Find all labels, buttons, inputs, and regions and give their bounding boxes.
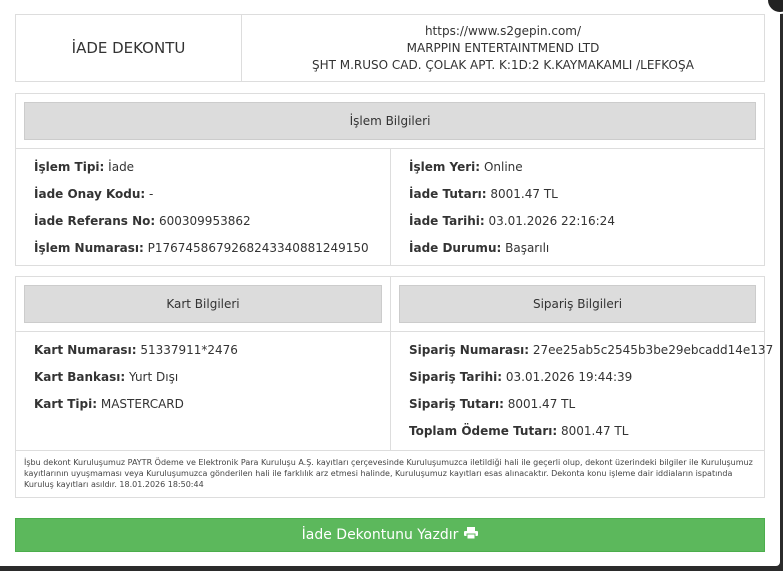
info-row: İade Tarihi: 03.01.2026 22:16:24	[409, 214, 615, 228]
transaction-left-column: İşlem Tipi: İade İade Onay Kodu: - İade …	[34, 154, 369, 265]
info-row: İade Tutarı: 8001.47 TL	[409, 187, 558, 201]
transaction-right-column: İşlem Yeri: Online İade Tutarı: 8001.47 …	[409, 154, 615, 265]
info-row: Sipariş Numarası: 27ee25ab5c2545b3be29eb…	[409, 343, 774, 357]
info-row: Kart Numarası: 51337911*2476	[34, 343, 238, 357]
printer-icon	[464, 527, 479, 543]
info-row: İşlem Numarası: P17674586792682433408812…	[34, 241, 369, 255]
info-row: İade Durumu: Başarılı	[409, 241, 550, 255]
info-row: Kart Bankası: Yurt Dışı	[34, 370, 179, 384]
info-row: İade Referans No: 600309953862	[34, 214, 251, 228]
receipt-header: İADE DEKONTU https://www.s2gepin.com/ MA…	[15, 14, 765, 82]
close-icon[interactable]	[766, 0, 783, 14]
receipt-modal: İADE DEKONTU https://www.s2gepin.com/ MA…	[0, 0, 783, 566]
info-row: İşlem Yeri: Online	[409, 160, 523, 174]
info-row: İşlem Tipi: İade	[34, 160, 135, 174]
info-row: Sipariş Tutarı: 8001.47 TL	[409, 397, 576, 411]
info-row: Toplam Ödeme Tutarı: 8001.47 TL	[409, 424, 629, 438]
card-info-title: Kart Bilgileri	[24, 285, 382, 323]
print-receipt-button[interactable]: İade Dekontunu Yazdır	[15, 518, 765, 552]
merchant-url: https://www.s2gepin.com/	[424, 23, 582, 38]
merchant-address: ŞHT M.RUSO CAD. ÇOLAK APT. K:1D:2 K.KAYM…	[311, 57, 695, 72]
disclaimer-text: İşbu dekont Kuruluşumuz PAYTR Ödeme ve E…	[24, 458, 753, 489]
merchant-company: MARPPIN ENTERTAINTMEND LTD	[406, 40, 600, 55]
transaction-info-section: İşlem Bilgileri İşlem Tipi: İade İade On…	[15, 93, 765, 266]
info-row: Sipariş Tarihi: 03.01.2026 19:44:39	[409, 370, 633, 384]
receipt-title: İADE DEKONTU	[16, 15, 242, 81]
print-button-label: İade Dekontunu Yazdır	[301, 527, 459, 543]
order-info-title: Sipariş Bilgileri	[399, 285, 756, 323]
card-order-section: Kart Bilgileri Sipariş Bilgileri Kart Nu…	[15, 276, 773, 498]
transaction-info-title: İşlem Bilgileri	[24, 102, 756, 140]
info-row: İade Onay Kodu: -	[34, 187, 154, 201]
merchant-info: https://www.s2gepin.com/ MARPPIN ENTERTA…	[242, 15, 764, 81]
info-row: Kart Tipi: MASTERCARD	[34, 397, 184, 411]
